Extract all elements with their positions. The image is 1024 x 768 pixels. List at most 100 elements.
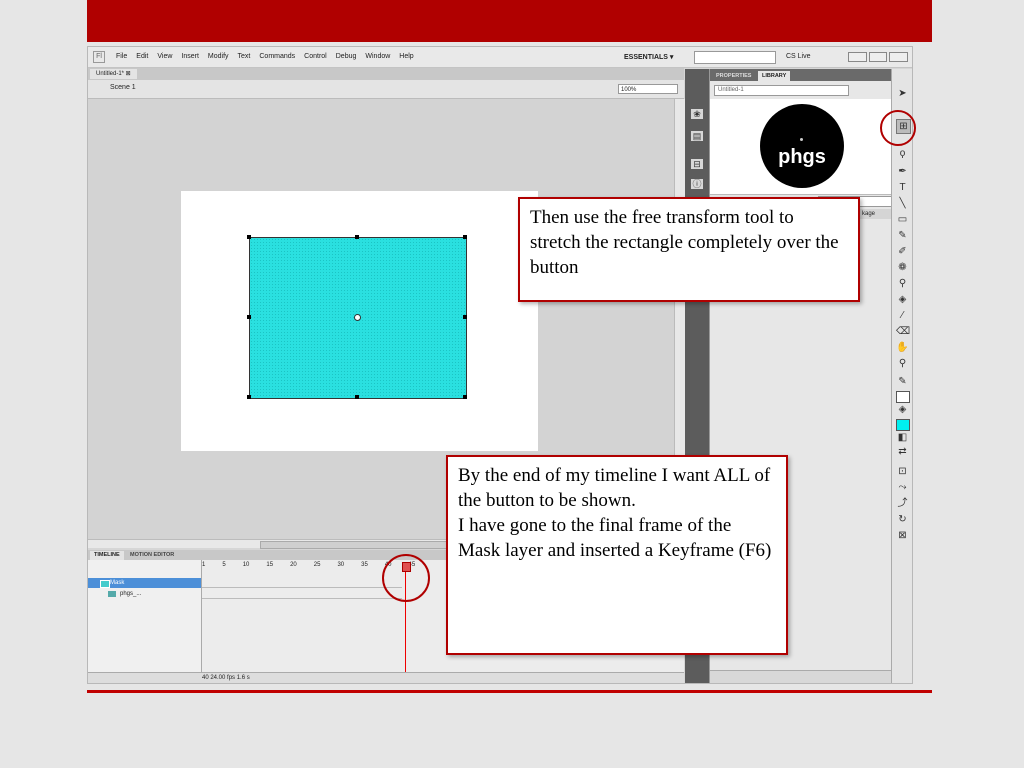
instruction-callout: Then use the free transform tool to stre… xyxy=(518,197,860,302)
text-tool-icon[interactable]: T xyxy=(896,181,909,194)
cs-live-button[interactable]: CS Live xyxy=(786,53,811,60)
eyedropper-icon[interactable]: ⁄ xyxy=(896,309,909,322)
layer-row-mask[interactable]: Mask xyxy=(88,578,201,588)
menu-help[interactable]: Help xyxy=(399,53,413,60)
info-icon[interactable]: ⓘ xyxy=(691,179,703,189)
masked-layer-icon xyxy=(108,591,116,597)
eraser-tool-icon[interactable]: ⌫ xyxy=(896,325,910,338)
transform-center-point[interactable] xyxy=(354,314,361,321)
transform-handle[interactable] xyxy=(463,235,467,239)
document-tab-bar: Untitled-1* ⊠ xyxy=(88,68,684,80)
stroke-color-swatch[interactable] xyxy=(896,391,910,403)
transform-handle[interactable] xyxy=(247,235,251,239)
ruler-label: 15 xyxy=(266,562,274,568)
smooth-icon[interactable]: ⤳ xyxy=(896,481,909,494)
timeline-footer: 40 24.00 fps 1.6 s xyxy=(88,672,684,683)
align-icon[interactable]: ⊟ xyxy=(691,159,703,169)
layer-list: Mask phgs_... xyxy=(88,560,202,672)
fill-bucket-icon: ◈ xyxy=(898,404,907,415)
help-search-input[interactable] xyxy=(694,51,776,64)
selection-tool-icon[interactable]: ➤ xyxy=(896,87,909,100)
window-controls xyxy=(848,52,909,62)
highlight-circle xyxy=(382,554,430,602)
rectangle-tool-icon[interactable]: ▭ xyxy=(896,213,909,226)
transform-handle[interactable] xyxy=(463,315,467,319)
phgs-button-symbol: phgs xyxy=(760,104,844,188)
ruler-label: 5 xyxy=(222,562,226,568)
pen-tool-icon[interactable]: ✒ xyxy=(896,165,909,178)
layer-name: phgs_... xyxy=(120,591,142,597)
instruction-callout: By the end of my timeline I want ALL of … xyxy=(446,455,788,655)
ruler-label: 20 xyxy=(290,562,297,568)
layer-row-phgs[interactable]: phgs_... xyxy=(88,589,201,599)
straighten-icon[interactable]: ⤴ xyxy=(896,497,909,510)
tab-properties[interactable]: PROPERTIES xyxy=(712,71,755,81)
close-button[interactable] xyxy=(889,52,909,62)
menu-control[interactable]: Control xyxy=(304,53,327,60)
ruler-label: 10 xyxy=(242,562,250,568)
transform-handle[interactable] xyxy=(463,395,467,399)
mask-frames[interactable] xyxy=(202,578,402,588)
tab-library[interactable]: LIBRARY xyxy=(758,71,791,81)
ruler-label: 35 xyxy=(361,562,368,568)
transform-handle[interactable] xyxy=(355,235,359,239)
library-document-select[interactable]: Untitled-1 xyxy=(714,85,849,96)
scrollbar-thumb[interactable] xyxy=(260,541,470,549)
fill-color-swatch[interactable] xyxy=(896,419,910,431)
brush-tool-icon[interactable]: ✐ xyxy=(896,245,909,258)
highlight-circle xyxy=(880,110,916,146)
edit-bar: Scene 1 100% xyxy=(88,80,684,99)
menu-commands[interactable]: Commands xyxy=(259,53,295,60)
tab-motion-editor[interactable]: MOTION EDITOR xyxy=(126,551,178,560)
tab-timeline[interactable]: TIMELINE xyxy=(90,551,124,560)
minimize-button[interactable] xyxy=(848,52,867,62)
rotate-icon[interactable]: ↻ xyxy=(896,513,909,526)
bone-tool-icon[interactable]: ⚲ xyxy=(896,277,909,290)
zoom-select[interactable]: 100% xyxy=(618,84,678,94)
paint-bucket-icon[interactable]: ◈ xyxy=(896,293,909,306)
transform-handle[interactable] xyxy=(247,315,251,319)
deco-tool-icon[interactable]: ❁ xyxy=(896,261,909,274)
phgs-frames[interactable] xyxy=(202,589,402,599)
tools-panel: ➤ ⊞ ϙ ✒ T ╲ ▭ ✎ ✐ ❁ ⚲ ◈ ⁄ ⌫ ✋ ⚲ ✎ ◈ ◧ ⇄ … xyxy=(891,69,912,683)
menu-debug[interactable]: Debug xyxy=(336,53,357,60)
slide-footer-line xyxy=(87,690,932,693)
menu-window[interactable]: Window xyxy=(365,53,390,60)
black-white-icon[interactable]: ◧ xyxy=(896,431,909,444)
hand-tool-icon[interactable]: ✋ xyxy=(896,341,909,354)
menu-modify[interactable]: Modify xyxy=(208,53,229,60)
scene-label[interactable]: Scene 1 xyxy=(110,84,136,91)
document-tab[interactable]: Untitled-1* ⊠ xyxy=(90,69,137,79)
menu-text[interactable]: Text xyxy=(238,53,251,60)
registration-point xyxy=(800,138,803,141)
stage[interactable] xyxy=(181,191,538,451)
transform-handle[interactable] xyxy=(355,395,359,399)
components-icon[interactable]: ▤ xyxy=(691,131,703,141)
scale-icon[interactable]: ⊠ xyxy=(896,529,909,542)
phgs-logo-text: phgs xyxy=(778,146,826,168)
snap-icon[interactable]: ⊡ xyxy=(896,465,909,478)
library-preview: phgs xyxy=(710,99,892,195)
mask-rectangle[interactable] xyxy=(249,237,467,399)
transform-handle[interactable] xyxy=(247,395,251,399)
lasso-tool-icon[interactable]: ϙ xyxy=(896,147,909,160)
linkage-column: kage xyxy=(862,211,876,217)
zoom-tool-icon[interactable]: ⚲ xyxy=(896,357,909,370)
menu-view[interactable]: View xyxy=(157,53,172,60)
motion-presets-icon[interactable]: ❀ xyxy=(691,109,703,119)
menu-edit[interactable]: Edit xyxy=(136,53,148,60)
restore-button[interactable] xyxy=(868,52,888,62)
panel-tabs: PROPERTIES LIBRARY xyxy=(710,69,892,81)
workspace-switcher[interactable]: ESSENTIALS ▾ xyxy=(624,53,673,61)
menu-bar: Fl File Edit View Insert Modify Text Com… xyxy=(88,47,912,68)
line-tool-icon[interactable]: ╲ xyxy=(896,197,909,210)
library-footer xyxy=(710,670,892,683)
app-logo-icon: Fl xyxy=(93,51,105,63)
menu-list: File Edit View Insert Modify Text Comman… xyxy=(116,53,414,60)
menu-insert[interactable]: Insert xyxy=(181,53,199,60)
pencil-tool-icon[interactable]: ✎ xyxy=(896,229,909,242)
menu-file[interactable]: File xyxy=(116,53,127,60)
ruler-label: 25 xyxy=(313,562,321,568)
swap-colors-icon[interactable]: ⇄ xyxy=(896,445,909,458)
slide-header-bar xyxy=(87,0,932,42)
